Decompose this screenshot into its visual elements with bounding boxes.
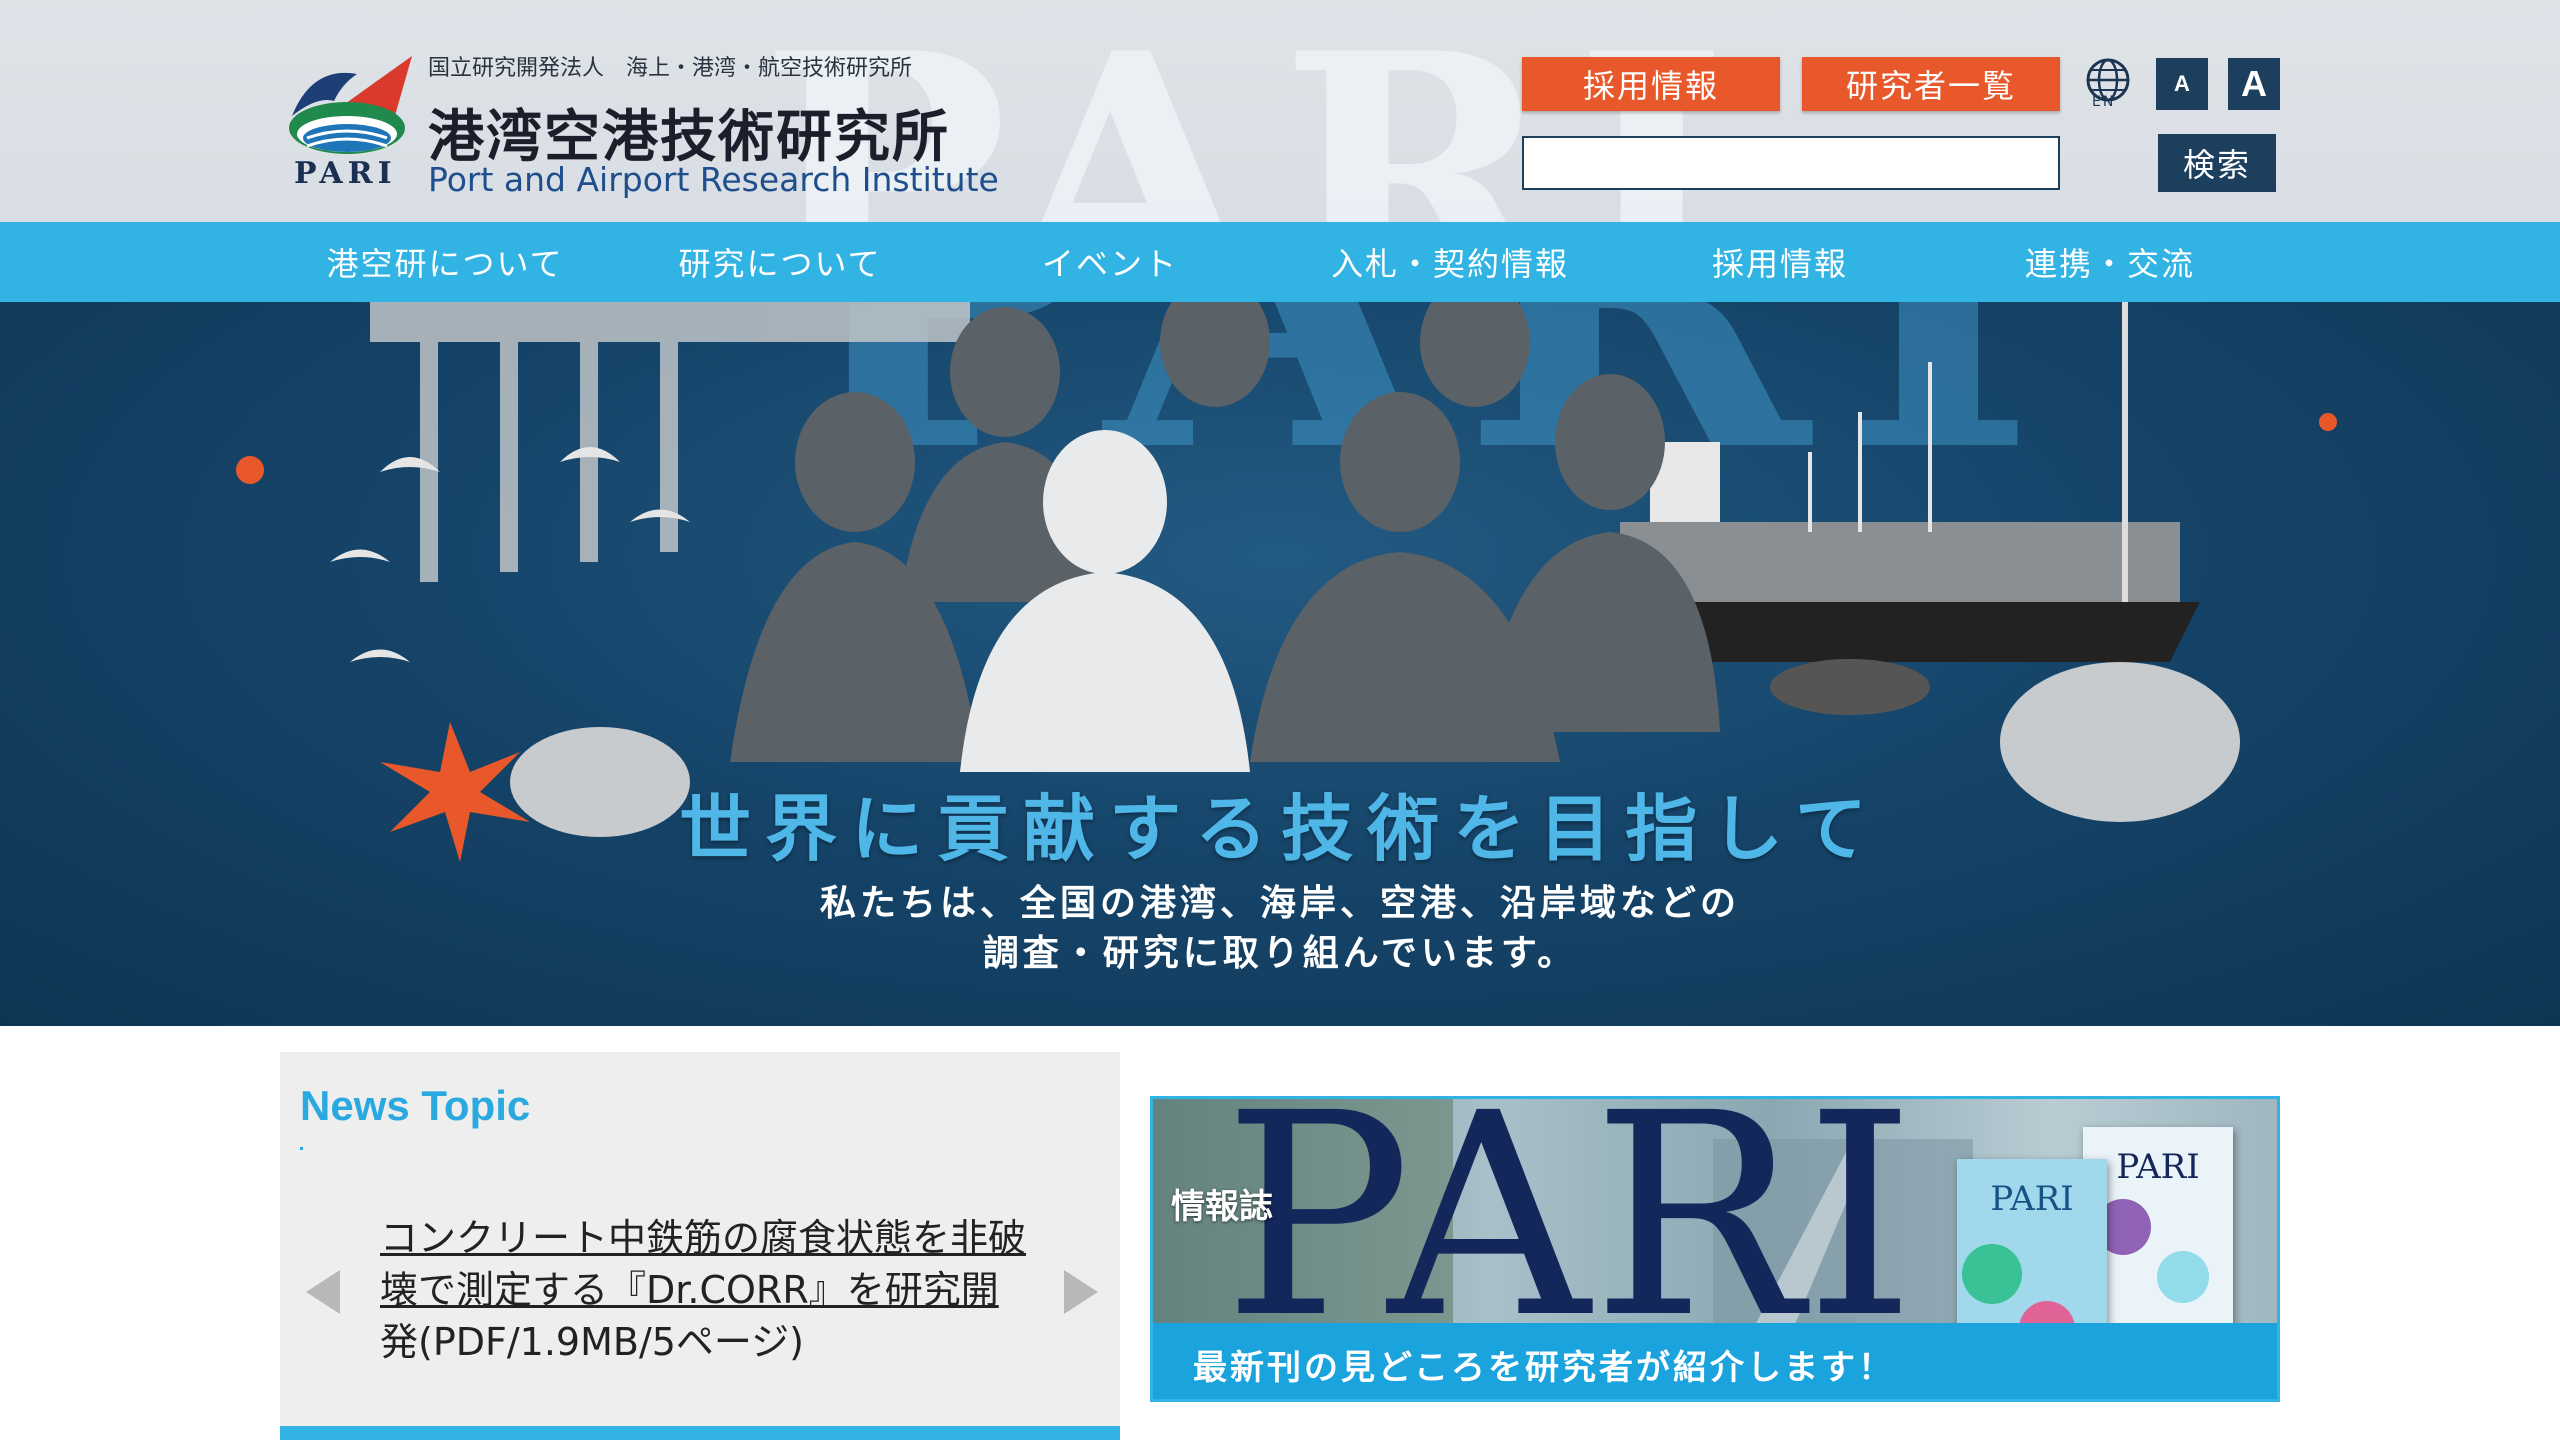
- nav-item-about[interactable]: 港空研について: [300, 222, 590, 302]
- main-nav: 港空研について 研究について イベント 入札・契約情報 採用情報 連携・交流: [0, 222, 2560, 302]
- site-title-en[interactable]: Port and Airport Research Institute: [428, 160, 999, 199]
- nav-item-recruit[interactable]: 採用情報: [1680, 222, 1880, 302]
- carousel-prev-arrow-icon[interactable]: [306, 1270, 340, 1314]
- search-input[interactable]: [1522, 136, 2060, 190]
- nav-item-research[interactable]: 研究について: [640, 222, 920, 302]
- researchers-list-button[interactable]: 研究者一覧: [1802, 57, 2060, 111]
- hero-subtitle-line2: 調査・研究に取り組んでいます。: [982, 932, 1578, 974]
- news-dot: [300, 1147, 303, 1150]
- banner-pari-logo: PARI: [1223, 1096, 1918, 1380]
- news-item: コンクリート中鉄筋の腐食状態を非破壊で測定する『Dr.CORR』を研究開発(PD…: [380, 1212, 1030, 1368]
- carousel-next-arrow-icon[interactable]: [1064, 1270, 1098, 1314]
- hero-banner: PARI: [0, 302, 2560, 1026]
- news-item-suffix: 発(PDF/1.9MB/5ページ): [380, 1320, 804, 1364]
- pari-magazine-banner[interactable]: PARI 情報誌 PARI PARI 最新刊の見どころを研究者が紹介します！: [1150, 1096, 2280, 1402]
- recruit-button[interactable]: 採用情報: [1522, 57, 1780, 111]
- org-subtitle: 国立研究開発法人 海上・港湾・航空技術研究所: [428, 56, 913, 81]
- banner-label: 情報誌: [1171, 1187, 1273, 1227]
- news-heading: News Topic: [300, 1082, 531, 1129]
- hero-subtitle-line1: 私たちは、全国の港湾、海岸、空港、沿岸域などの: [819, 882, 1740, 924]
- nav-item-events[interactable]: イベント: [1000, 222, 1220, 302]
- nav-item-bidding[interactable]: 入札・契約情報: [1300, 222, 1600, 302]
- search-button[interactable]: 検索: [2158, 134, 2276, 192]
- font-size-large-button[interactable]: A: [2228, 58, 2280, 110]
- language-en-label[interactable]: EN: [2092, 94, 2115, 110]
- font-size-small-button[interactable]: A: [2156, 58, 2208, 110]
- news-item-link[interactable]: コンクリート中鉄筋の腐食状態を非破壊で測定する『Dr.CORR』を研究開: [380, 1216, 1026, 1312]
- hero-title: 世界に貢献する技術を目指して: [679, 786, 1881, 871]
- banner-caption: 最新刊の見どころを研究者が紹介します！: [1193, 1348, 1895, 1388]
- nav-item-collaboration[interactable]: 連携・交流: [1990, 222, 2230, 302]
- site-header: PARI PARI 国立研究開発法人 海上・港湾・航空技術研究所 港湾空港技術研…: [0, 0, 2560, 222]
- news-bottom-bar: [280, 1426, 1120, 1440]
- news-topic-panel: News Topic コンクリート中鉄筋の腐食状態を非破壊で測定する『Dr.CO…: [280, 1052, 1120, 1440]
- logo-pari-text: PARI: [294, 156, 397, 191]
